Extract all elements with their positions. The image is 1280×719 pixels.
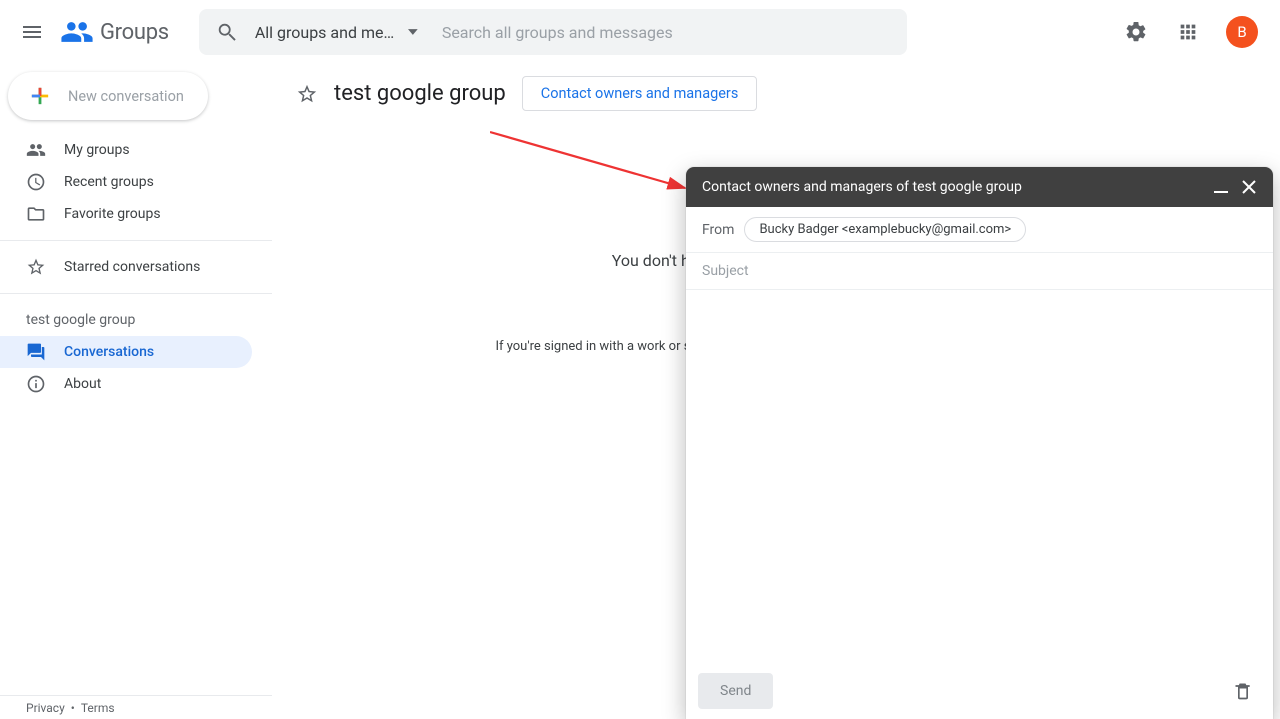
footer-separator: • <box>71 701 75 715</box>
header-actions: B <box>1116 12 1272 52</box>
from-chip[interactable]: Bucky Badger <examplebucky@gmail.com> <box>744 217 1026 242</box>
minimize-button[interactable] <box>1207 173 1235 201</box>
plus-icon <box>26 82 54 110</box>
sidebar-item-label: Recent groups <box>64 174 154 190</box>
star-group-button[interactable] <box>296 83 318 105</box>
discard-button[interactable] <box>1225 673 1261 709</box>
from-label: From <box>702 222 734 238</box>
sidebar-item-favorite-groups[interactable]: Favorite groups <box>0 198 252 230</box>
compose-body[interactable] <box>686 290 1273 663</box>
sidebar-item-label: My groups <box>64 142 130 158</box>
compose-from-row: From Bucky Badger <examplebucky@gmail.co… <box>686 207 1273 253</box>
product-logo[interactable]: Groups <box>60 15 169 49</box>
new-conversation-label: New conversation <box>68 88 184 105</box>
sidebar-item-my-groups[interactable]: My groups <box>0 134 252 166</box>
dropdown-icon <box>408 29 418 35</box>
info-icon <box>26 374 46 394</box>
sidebar-item-label: Favorite groups <box>64 206 161 222</box>
sidebar-item-label: Conversations <box>64 344 154 360</box>
clock-icon <box>26 172 46 192</box>
contact-owners-button[interactable]: Contact owners and managers <box>522 76 758 111</box>
sidebar-item-label: Starred conversations <box>64 259 200 275</box>
compose-dialog: Contact owners and managers of test goog… <box>686 167 1273 719</box>
sidebar-item-starred[interactable]: Starred conversations <box>0 251 252 283</box>
compose-subject-row <box>686 253 1273 290</box>
trash-icon <box>1233 681 1253 701</box>
footer-terms-link[interactable]: Terms <box>81 701 115 715</box>
minimize-icon <box>1214 180 1228 194</box>
star-outline-icon <box>296 83 318 105</box>
compose-title: Contact owners and managers of test goog… <box>702 179 1207 195</box>
avatar-initial: B <box>1237 23 1246 41</box>
groups-logo-icon <box>60 15 94 49</box>
search-button[interactable] <box>205 10 249 54</box>
send-button[interactable]: Send <box>698 673 773 709</box>
star-outline-icon <box>26 257 46 277</box>
new-conversation-button: New conversation <box>8 72 208 120</box>
main-menu-button[interactable] <box>8 8 56 56</box>
compose-footer: Send <box>686 663 1273 719</box>
hamburger-icon <box>20 20 44 44</box>
search-scope-dropdown[interactable]: All groups and mes… <box>249 23 424 42</box>
search-icon <box>216 21 238 43</box>
close-icon <box>1242 180 1256 194</box>
settings-button[interactable] <box>1116 12 1156 52</box>
page-title-row: test google group Contact owners and man… <box>296 76 1256 111</box>
folder-star-icon <box>26 204 46 224</box>
account-avatar[interactable]: B <box>1226 16 1258 48</box>
people-icon <box>26 140 46 160</box>
search-scope-label: All groups and mes… <box>255 23 398 42</box>
sidebar-item-recent-groups[interactable]: Recent groups <box>0 166 252 198</box>
search-input[interactable] <box>424 23 901 42</box>
divider <box>0 293 272 294</box>
sidebar-item-about[interactable]: About <box>0 368 252 400</box>
gear-icon <box>1124 20 1148 44</box>
apps-button[interactable] <box>1168 12 1208 52</box>
sidebar: New conversation My groups Recent groups… <box>0 64 272 719</box>
footer: Privacy • Terms <box>0 695 272 719</box>
apps-grid-icon <box>1177 21 1199 43</box>
divider <box>0 240 272 241</box>
conversations-icon <box>26 342 46 362</box>
header: Groups All groups and mes… B <box>0 0 1280 64</box>
sidebar-group-name: test google group <box>0 304 272 336</box>
close-button[interactable] <box>1235 173 1263 201</box>
subject-input[interactable] <box>702 263 1257 279</box>
sidebar-item-conversations[interactable]: Conversations <box>0 336 252 368</box>
product-name: Groups <box>100 20 169 45</box>
sidebar-item-label: About <box>64 376 101 392</box>
search-bar: All groups and mes… <box>199 9 907 55</box>
footer-privacy-link[interactable]: Privacy <box>26 701 65 715</box>
compose-header: Contact owners and managers of test goog… <box>686 167 1273 207</box>
page-title: test google group <box>334 81 506 106</box>
